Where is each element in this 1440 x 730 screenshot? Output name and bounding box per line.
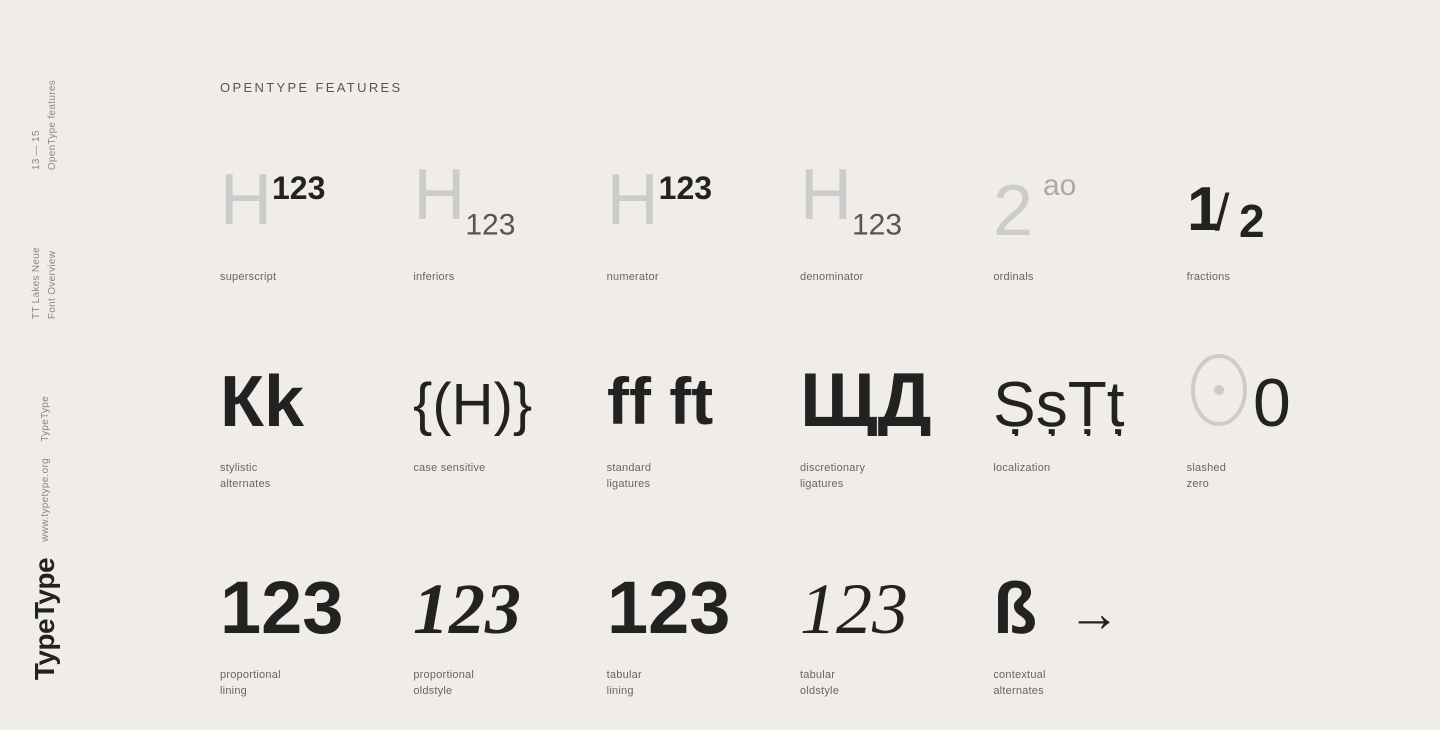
sidebar-page-range: 13 — 15 OpenType features [29,80,61,170]
svg-text:ȘșȚț: ȘșȚț [993,368,1125,436]
svg-text:{(H)}: {(H)} [413,372,532,436]
glyph-fractions: 1 / 2 [1187,145,1287,255]
tab-oldstyle-svg: 123 [800,553,940,643]
feature-tabular-lining: 123 tabularlining [607,543,800,730]
tab-lining-svg: 123 [607,553,747,643]
svg-text:Кk: Кk [220,362,305,436]
glyph-tabular-oldstyle: 123 [800,543,940,653]
svg-text:→: → [1068,585,1120,643]
glyph-stylistic-alternates: Кk [220,336,350,446]
label-fractions: fractions [1187,269,1231,286]
label-ordinals: ordinals [993,269,1033,286]
feature-proportional-lining: 123 proportionallining [220,543,413,730]
label-localization: localization [993,460,1050,477]
glyph-case-sensitive: {(H)} [413,336,573,446]
label-slashed-zero: slashedzero [1187,460,1226,493]
feature-ordinals: 2 ao ordinals [993,145,1186,316]
feature-contextual-alternates: ß → contextualalternates [993,543,1186,730]
left-sidebar: 13 — 15 OpenType features TT Lakes Neue … [0,0,90,720]
svg-text:0: 0 [1253,365,1291,436]
page-title: OPENTYPE FEATURES [220,80,1380,95]
feature-standard-ligatures: ff ft standardligatures [607,336,800,523]
glyph-inferiors: H123 [413,145,515,255]
sidebar-brand-group: TypeType www.typetype.org TypeType [29,396,61,680]
feature-stylistic-alternates: Кk stylisticalternates [220,336,413,523]
svg-text:/: / [1215,184,1230,242]
ordinals-svg: 2 ao [993,155,1113,245]
label-stylistic-alternates: stylisticalternates [220,460,271,493]
contextual-svg: ß → [993,553,1153,643]
sidebar-font-info: TT Lakes Neue Font Overview [29,247,61,319]
feature-numerator: H123 numerator [607,145,800,316]
label-proportional-lining: proportionallining [220,667,281,700]
sidebar-typetype-label: TypeType [40,396,51,442]
case-svg: {(H)} [413,346,573,436]
features-grid: H123 superscript H123 inferiors H123 num… [220,145,1380,730]
glyph-standard-ligatures: ff ft [607,336,757,446]
svg-text:ß: ß [993,569,1037,643]
glyph-superscript: H123 [220,145,325,255]
svg-text:ЩД: ЩД [800,358,932,436]
feature-proportional-oldstyle: 123 proportionaloldstyle [413,543,606,730]
glyph-proportional-oldstyle: 123 [413,543,553,653]
label-superscript: superscript [220,269,276,286]
svg-text:2: 2 [993,171,1033,245]
label-denominator: denominator [800,269,864,286]
glyph-localization: ȘșȚț [993,336,1163,446]
label-discretionary-ligatures: discretionaryligatures [800,460,865,493]
svg-text:ff ft: ff ft [607,364,713,436]
svg-text:ao: ao [1043,169,1076,202]
feature-superscript: H123 superscript [220,145,413,316]
label-case-sensitive: case sensitive [413,460,485,477]
glyph-proportional-lining: 123 [220,543,360,653]
glyph-denominator: H123 [800,145,902,255]
feature-slashed-zero: 0 slashedzero [1187,336,1380,523]
feature-fractions: 1 / 2 fractions [1187,145,1380,316]
label-contextual-alternates: contextualalternates [993,667,1045,700]
sidebar-url: www.typetype.org [40,458,51,542]
svg-text:123: 123 [413,569,521,643]
glyph-discretionary-ligatures: ЩД [800,336,950,446]
feature-localization: ȘșȚț localization [993,336,1186,523]
glyph-tabular-lining: 123 [607,543,747,653]
glyph-numerator: H123 [607,145,712,255]
prop-oldstyle-svg: 123 [413,553,553,643]
sidebar-brand: TypeType [29,558,61,680]
svg-text:123: 123 [800,569,908,643]
feature-case-sensitive: {(H)} case sensitive [413,336,606,523]
svg-text:123: 123 [607,566,730,643]
label-tabular-lining: tabularlining [607,667,642,700]
localization-svg: ȘșȚț [993,346,1163,436]
svg-text:123: 123 [220,566,343,643]
fractions-svg: 1 / 2 [1187,155,1287,245]
label-inferiors: inferiors [413,269,454,286]
label-numerator: numerator [607,269,659,286]
prop-lining-svg: 123 [220,553,360,643]
slashed-zero-svg: 0 [1187,346,1317,436]
standard-lig-svg: ff ft [607,346,757,436]
main-content: OPENTYPE FEATURES H123 superscript H123 … [160,0,1440,720]
label-proportional-oldstyle: proportionaloldstyle [413,667,474,700]
feature-inferiors: H123 inferiors [413,145,606,316]
glyph-slashed-zero: 0 [1187,336,1317,446]
disc-lig-svg: ЩД [800,346,950,436]
label-tabular-oldstyle: tabularoldstyle [800,667,839,700]
stylistic-svg: Кk [220,346,350,436]
glyph-ordinals: 2 ao [993,145,1113,255]
label-standard-ligatures: standardligatures [607,460,652,493]
glyph-contextual-alternates: ß → [993,543,1153,653]
svg-text:2: 2 [1239,195,1265,245]
feature-discretionary-ligatures: ЩД discretionaryligatures [800,336,993,523]
feature-denominator: H123 denominator [800,145,993,316]
feature-tabular-oldstyle: 123 tabularoldstyle [800,543,993,730]
